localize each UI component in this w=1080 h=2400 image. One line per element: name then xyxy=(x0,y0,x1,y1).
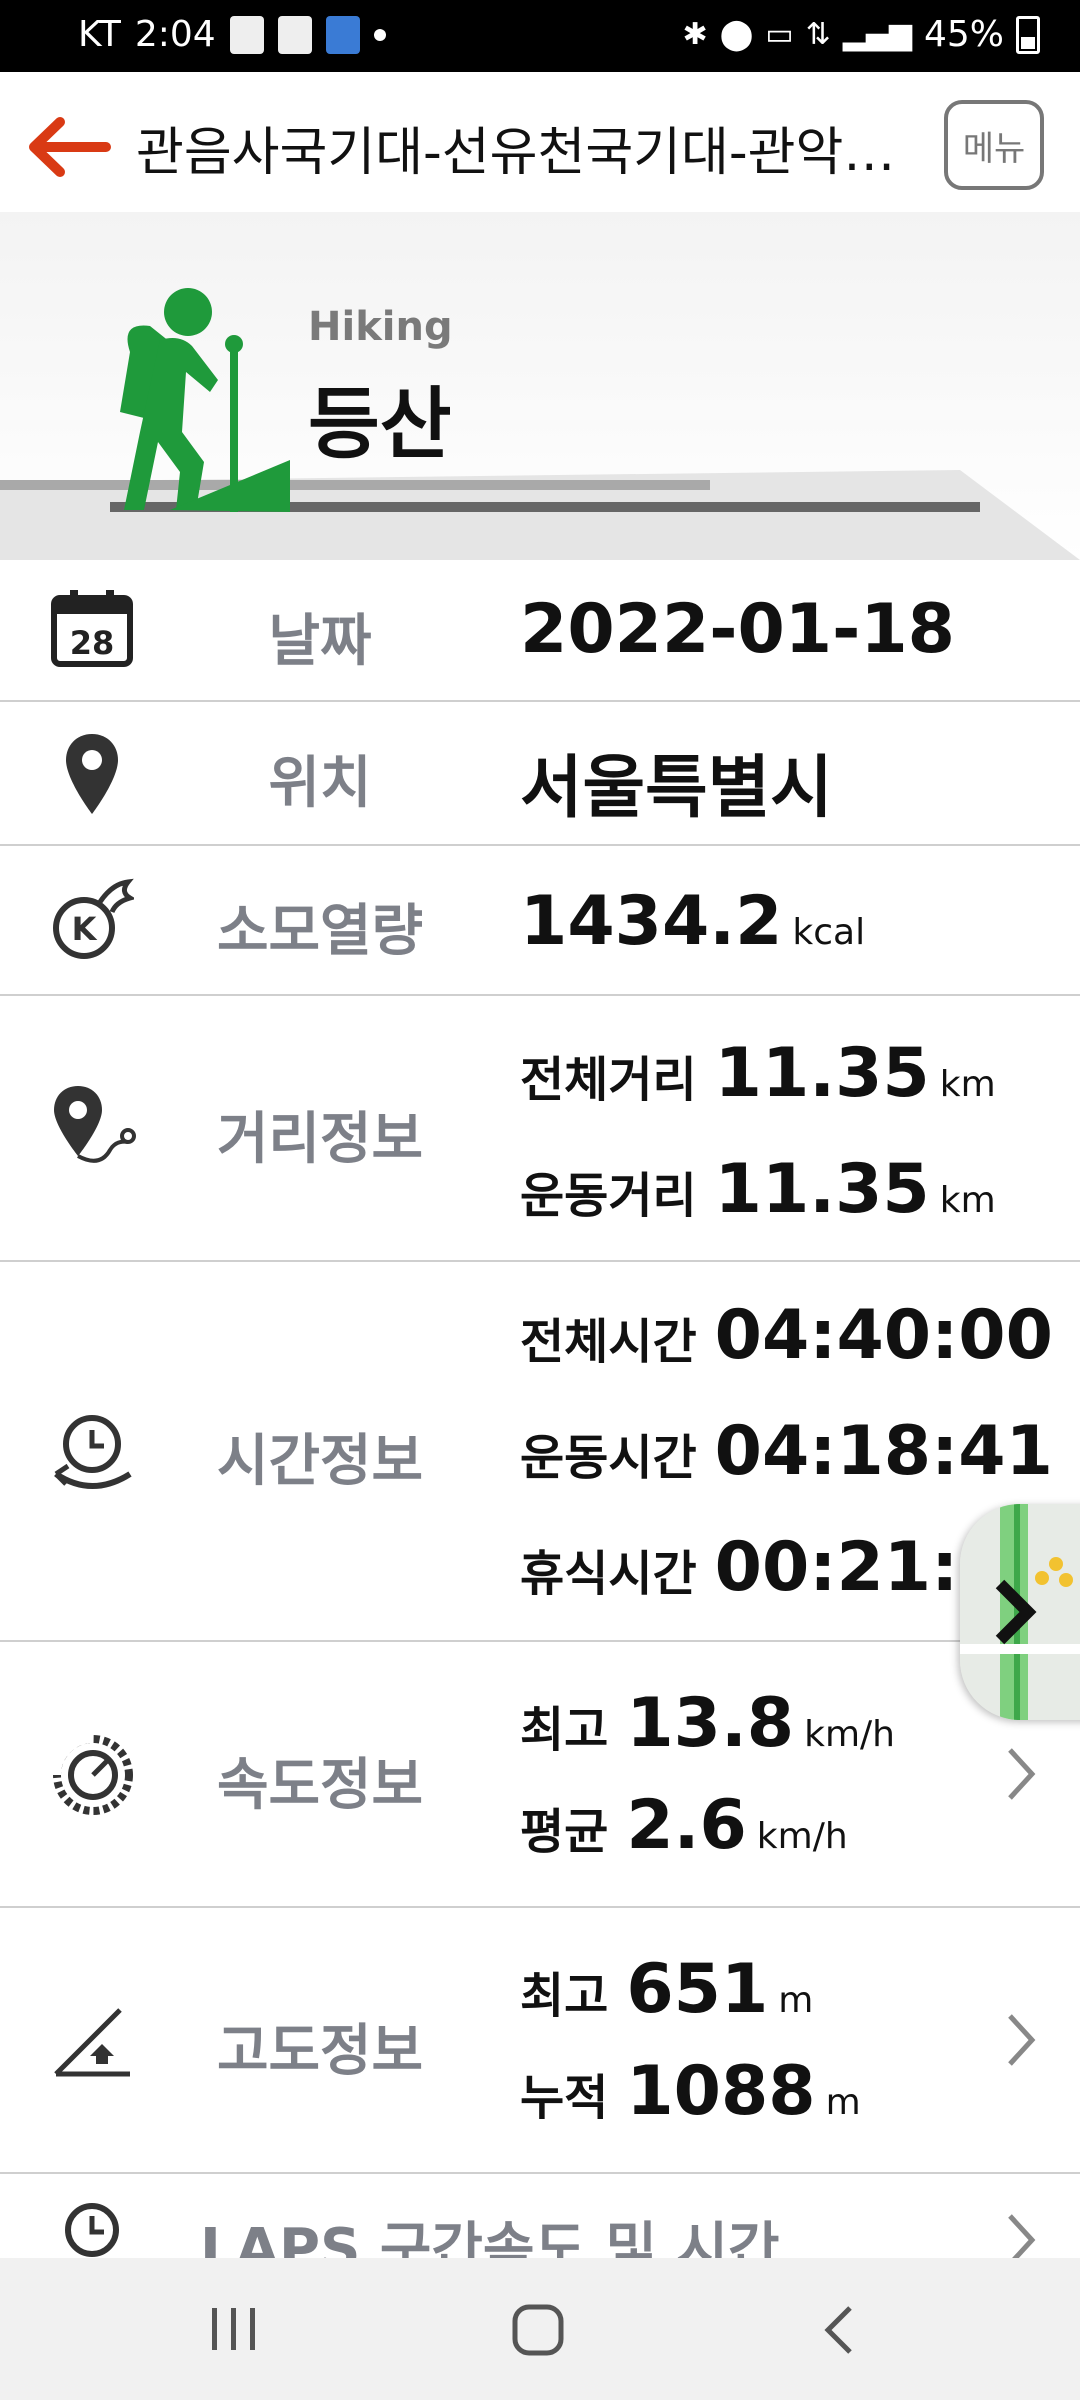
activity-type-ko: 등산 xyxy=(308,380,452,470)
recent-apps-button[interactable] xyxy=(204,2304,264,2354)
back-button[interactable] xyxy=(22,112,112,182)
moving-time-line: 운동시간 04:18:41 xyxy=(520,1412,1053,1491)
total-distance-label: 전체거리 xyxy=(520,1052,697,1108)
clock: 2:04 xyxy=(134,14,216,55)
moving-time-value: 04:18:41 xyxy=(714,1412,1053,1491)
max-altitude-label: 최고 xyxy=(520,1968,609,2024)
max-altitude-unit: m xyxy=(778,1980,814,2021)
back-arrow-icon xyxy=(29,117,111,177)
calories-value: 1434.2 xyxy=(520,882,783,961)
location-pin-icon xyxy=(64,732,120,820)
date-value: 2022-01-18 xyxy=(520,590,955,669)
cumulative-altitude-value: 1088 xyxy=(626,2052,816,2131)
laps-clock-icon xyxy=(50,2200,136,2264)
notification-tmoney-icon xyxy=(277,15,312,54)
avg-speed-value: 2.6 xyxy=(626,1786,747,1865)
page-title: 관음사국기대-선유천국기대-관악… xyxy=(136,123,896,183)
svg-text:K: K xyxy=(72,910,98,948)
route-pin-icon xyxy=(50,1084,136,1174)
altitude-label: 고도정보 xyxy=(216,2019,424,2084)
chevron-right-icon xyxy=(1008,1748,1036,1800)
battery-icon xyxy=(1016,15,1040,54)
total-distance-line: 전체거리 11.35 km xyxy=(520,1034,996,1113)
rest-time-line: 휴식시간 00:21:1 xyxy=(520,1528,1006,1607)
calories-row: K 소모열량 1434.2 kcal xyxy=(0,846,1080,996)
max-speed-label: 최고 xyxy=(520,1702,609,1758)
calories-unit: kcal xyxy=(792,912,866,953)
calendar-icon: 28 xyxy=(50,588,134,672)
moving-distance-line: 운동거리 11.35 km xyxy=(520,1150,996,1229)
battery-percent: 45% xyxy=(923,14,1004,55)
speed-row[interactable]: 속도정보 최고 13.8 km/h 평균 2.6 km/h xyxy=(0,1642,1080,1908)
total-time-label: 전체시간 xyxy=(520,1314,697,1370)
max-altitude-line: 최고 651 m xyxy=(520,1950,813,2029)
max-speed-unit: km/h xyxy=(804,1714,895,1755)
moving-time-label: 운동시간 xyxy=(520,1430,697,1486)
hd-icon: ▭ xyxy=(765,17,794,52)
moving-distance-value: 11.35 xyxy=(714,1150,930,1229)
map-toggle-button[interactable] xyxy=(960,1504,1080,1720)
moving-distance-unit: km xyxy=(939,1180,996,1221)
more-notifications-icon xyxy=(373,28,386,41)
network-5g-icon: ⇅ xyxy=(805,17,831,52)
avg-speed-unit: km/h xyxy=(756,1816,848,1857)
hiker-icon xyxy=(120,288,290,512)
status-bar: KT 2:04 ✱ ⬤ ▭ ⇅ ▂▄▆ 45% xyxy=(0,0,1080,72)
chevron-right-icon xyxy=(1008,2014,1036,2066)
cumulative-altitude-label: 누적 xyxy=(520,2070,609,2126)
time-cycle-icon xyxy=(50,1410,136,1500)
max-speed-line: 최고 13.8 km/h xyxy=(520,1684,895,1763)
avg-speed-label: 평균 xyxy=(520,1804,609,1860)
cumulative-altitude-unit: m xyxy=(825,2082,861,2123)
time-row: 시간정보 전체시간 04:40:00 운동시간 04:18:41 휴식시간 00:21… xyxy=(0,1262,1080,1642)
notification-folder-icon xyxy=(325,15,360,54)
map-preview-icon xyxy=(960,1504,1080,1720)
max-speed-value: 13.8 xyxy=(626,1684,795,1763)
calories-value-group: 1434.2 kcal xyxy=(520,882,865,961)
date-row: 28 날짜 2022-01-18 xyxy=(0,560,1080,702)
total-time-value: 04:40:00 xyxy=(714,1296,1053,1375)
elevation-icon xyxy=(50,2000,136,2084)
stats-list: 28 날짜 2022-01-18 위치 서울특별시 K 소모열량 1434.2 k… xyxy=(0,560,1080,2324)
total-distance-value: 11.35 xyxy=(714,1034,930,1113)
altitude-row[interactable]: 고도정보 최고 651 m 누적 1088 m xyxy=(0,1908,1080,2174)
activity-hero: Hiking 등산 xyxy=(0,212,1080,560)
location-icon: ⬤ xyxy=(719,17,754,52)
time-label: 시간정보 xyxy=(216,1429,424,1494)
max-altitude-value: 651 xyxy=(626,1950,769,2029)
avg-speed-line: 평균 2.6 km/h xyxy=(520,1786,848,1865)
moving-distance-label: 운동거리 xyxy=(520,1168,697,1224)
menu-button[interactable]: 메뉴 xyxy=(944,100,1044,190)
calorie-fire-icon: K xyxy=(50,878,137,966)
calories-label: 소모열량 xyxy=(216,899,424,964)
bluetooth-icon: ✱ xyxy=(682,17,708,52)
total-distance-unit: km xyxy=(939,1064,996,1105)
rest-time-label: 휴식시간 xyxy=(520,1546,697,1602)
calendar-day: 28 xyxy=(70,624,115,662)
cumulative-altitude-line: 누적 1088 m xyxy=(520,2052,861,2131)
home-button[interactable] xyxy=(510,2302,566,2358)
distance-label: 거리정보 xyxy=(216,1107,424,1172)
location-label: 위치 xyxy=(268,751,372,816)
app-header: 관음사국기대-선유천국기대-관악… 메뉴 xyxy=(0,72,1080,215)
system-nav-bar xyxy=(0,2258,1080,2400)
carrier-label: KT xyxy=(78,14,121,55)
location-row: 위치 서울특별시 xyxy=(0,702,1080,846)
signal-icon: ▂▄▆ xyxy=(842,17,912,52)
nav-back-button[interactable] xyxy=(820,2304,860,2356)
distance-row: 거리정보 전체거리 11.35 km 운동거리 11.35 km xyxy=(0,996,1080,1262)
activity-type-en: Hiking xyxy=(308,304,453,350)
date-label: 날짜 xyxy=(268,609,372,674)
location-value: 서울특별시 xyxy=(520,749,833,828)
speed-label: 속도정보 xyxy=(216,1753,424,1818)
notification-app-icon xyxy=(229,15,264,54)
speedometer-icon xyxy=(50,1732,136,1822)
total-time-line: 전체시간 04:40:00 xyxy=(520,1296,1053,1375)
